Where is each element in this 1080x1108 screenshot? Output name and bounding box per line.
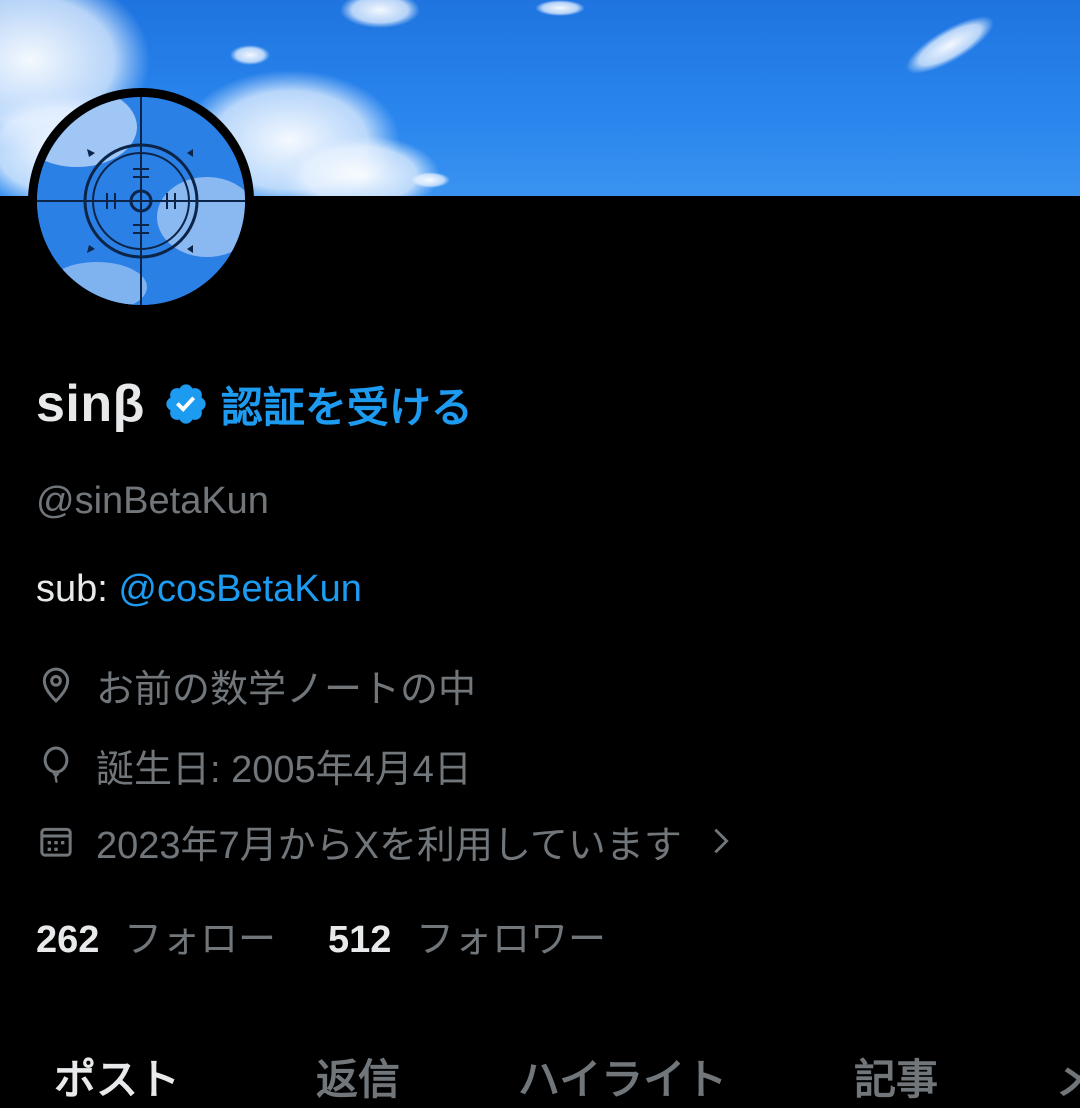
location-text: お前の数学ノートの中	[96, 668, 477, 711]
tab-replies[interactable]: 返信	[316, 1046, 400, 1107]
following-link[interactable]: 262 フォロー	[36, 908, 276, 963]
get-verified-link[interactable]: 認証を受ける	[221, 374, 473, 435]
bio: sub: @cosBetaKun	[36, 568, 362, 611]
tab-posts[interactable]: ポスト	[54, 1046, 180, 1107]
display-name: sinβ	[36, 375, 145, 433]
follow-stats: 262 フォロー 512 フォロワー	[36, 908, 606, 963]
avatar[interactable]	[28, 88, 254, 314]
avatar-image	[37, 97, 245, 305]
location-pin-icon	[42, 667, 70, 703]
followers-link[interactable]: 512 フォロワー	[328, 908, 606, 963]
followers-count: 512	[327, 918, 392, 961]
profile-page: sinβ 認証を受ける @sinBetaKun sub: @cosBetaKun…	[0, 0, 1080, 1108]
verified-badge-icon[interactable]	[163, 381, 209, 427]
birthday-row: 誕生日: 2005年4月4日	[36, 741, 472, 791]
bio-text: sub:	[36, 568, 119, 610]
tab-articles[interactable]: 記事	[854, 1046, 938, 1107]
following-label: フォロー	[123, 918, 276, 961]
crosshair-icon	[37, 97, 245, 305]
tab-highlights[interactable]: ハイライト	[518, 1046, 727, 1107]
followers-label: フォロワー	[415, 918, 606, 961]
tab-media[interactable]: メ	[1056, 1046, 1080, 1107]
username-handle: @sinBetaKun	[36, 480, 269, 522]
location-row: お前の数学ノートの中	[36, 661, 476, 711]
joined-text: 2023年7月からXを利用しています	[96, 824, 682, 867]
bio-mention-link[interactable]: @cosBetaKun	[118, 568, 362, 610]
chevron-right-icon[interactable]	[704, 824, 738, 858]
name-row: sinβ 認証を受ける	[36, 372, 473, 436]
following-count: 262	[36, 918, 100, 961]
calendar-icon	[40, 827, 72, 857]
joined-row[interactable]: 2023年7月からXを利用しています	[36, 817, 738, 867]
profile-tabs: ポスト 返信 ハイライト 記事 メ	[0, 1036, 1080, 1108]
birthday-text: 誕生日: 2005年4月4日	[96, 748, 472, 791]
balloon-icon	[43, 746, 69, 784]
